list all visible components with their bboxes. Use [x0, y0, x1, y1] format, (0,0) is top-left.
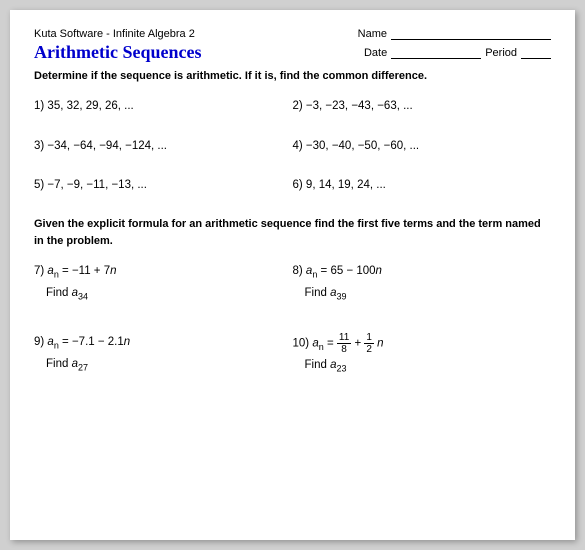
problem-9-a-sub: n — [54, 340, 59, 350]
name-underline — [391, 28, 551, 40]
problem-10-numer2: 1 — [364, 332, 374, 344]
problem-4-text: −30, −40, −50, −60, ... — [306, 140, 419, 152]
problem-9-find-sub: 27 — [78, 362, 88, 372]
section1-problems-grid: 1) 35, 32, 29, 26, ... 2) −3, −23, −43, … — [34, 98, 551, 216]
problem-8-n: n — [376, 265, 382, 277]
problem-9-formula: = −7.1 − 2.1 — [62, 336, 124, 348]
section2-problems-grid: 7) an = −11 + 7n Find a34 8) an = 65 − 1… — [34, 261, 551, 404]
software-title: Kuta Software - Infinite Algebra 2 — [34, 28, 195, 40]
section1-instructions: Determine if the sequence is arithmetic.… — [34, 69, 551, 84]
name-line: Name — [358, 28, 551, 40]
problem-8-formula: = 65 − 100 — [321, 265, 376, 277]
problem-2: 2) −3, −23, −43, −63, ... — [293, 98, 552, 137]
period-underline — [521, 47, 551, 59]
problem-8-a-sub: n — [312, 269, 317, 279]
problem-5: 5) −7, −9, −11, −13, ... — [34, 177, 293, 216]
problem-10-fraction2: 1 2 — [364, 332, 374, 355]
problem-10-equals: = — [327, 338, 337, 350]
problem-6-text: 9, 14, 19, 24, ... — [306, 179, 386, 191]
date-underline — [391, 47, 481, 59]
worksheet-title: Arithmetic Sequences — [34, 42, 201, 63]
problem-1: 1) 35, 32, 29, 26, ... — [34, 98, 293, 137]
problem-8: 8) an = 65 − 100n Find a39 — [293, 261, 552, 332]
problem-1-number: 1) — [34, 100, 47, 112]
section2-instructions: Given the explicit formula for an arithm… — [34, 216, 551, 249]
date-period-line: Date Period — [364, 47, 551, 59]
problem-3-text: −34, −64, −94, −124, ... — [47, 140, 167, 152]
problem-7-find: Find a34 — [46, 283, 293, 304]
problem-4: 4) −30, −40, −50, −60, ... — [293, 138, 552, 177]
problem-10-numer1: 11 — [337, 332, 351, 344]
period-label: Period — [485, 47, 517, 59]
problem-10-find: Find a23 — [305, 355, 552, 376]
problem-9-find: Find a27 — [46, 354, 293, 375]
problem-10-number: 10) — [293, 338, 313, 350]
date-label: Date — [364, 47, 387, 59]
problem-7-a-sub: n — [54, 269, 59, 279]
problem-7: 7) an = −11 + 7n Find a34 — [34, 261, 293, 332]
problem-10-denom2: 2 — [364, 344, 374, 355]
problem-4-number: 4) — [293, 140, 306, 152]
problem-8-number: 8) — [293, 265, 306, 277]
problem-2-text: −3, −23, −43, −63, ... — [306, 100, 413, 112]
problem-7-find-sub: 34 — [78, 291, 88, 301]
problem-6: 6) 9, 14, 19, 24, ... — [293, 177, 552, 216]
name-label: Name — [358, 28, 387, 40]
problem-9: 9) an = −7.1 − 2.1n Find a27 — [34, 332, 293, 405]
problem-8-find: Find a39 — [305, 283, 552, 304]
problem-9-n: n — [124, 336, 130, 348]
problem-10-formula-line: 10) an = 11 8 + 1 2 n — [293, 332, 552, 355]
worksheet-page: Kuta Software - Infinite Algebra 2 Name … — [10, 10, 575, 540]
problem-8-find-sub: 39 — [336, 291, 346, 301]
problem-2-number: 2) — [293, 100, 306, 112]
problem-3: 3) −34, −64, −94, −124, ... — [34, 138, 293, 177]
problem-9-formula-line: 9) an = −7.1 − 2.1n — [34, 332, 293, 353]
problem-7-n: n — [110, 265, 116, 277]
problem-6-number: 6) — [293, 179, 306, 191]
problem-8-formula-line: 8) an = 65 − 100n — [293, 261, 552, 282]
problem-10: 10) an = 11 8 + 1 2 n Find a23 — [293, 332, 552, 405]
problem-7-equals: = −11 + 7 — [62, 265, 110, 277]
header-top: Kuta Software - Infinite Algebra 2 Name — [34, 28, 551, 40]
problem-3-number: 3) — [34, 140, 47, 152]
problem-10-find-sub: 23 — [336, 363, 346, 373]
problem-5-number: 5) — [34, 179, 47, 191]
problem-5-text: −7, −9, −11, −13, ... — [47, 179, 147, 191]
problem-9-number: 9) — [34, 336, 47, 348]
problem-10-plus: + — [354, 338, 364, 350]
problem-7-number: 7) — [34, 265, 47, 277]
problem-10-a-sub: n — [319, 342, 324, 352]
header-second: Arithmetic Sequences Date Period — [34, 42, 551, 63]
problem-10-fraction1: 11 8 — [337, 332, 351, 355]
problem-7-formula-line: 7) an = −11 + 7n — [34, 261, 293, 282]
problem-10-n: n — [377, 338, 383, 350]
problem-10-denom1: 8 — [339, 344, 349, 355]
problem-1-text: 35, 32, 29, 26, ... — [47, 100, 133, 112]
